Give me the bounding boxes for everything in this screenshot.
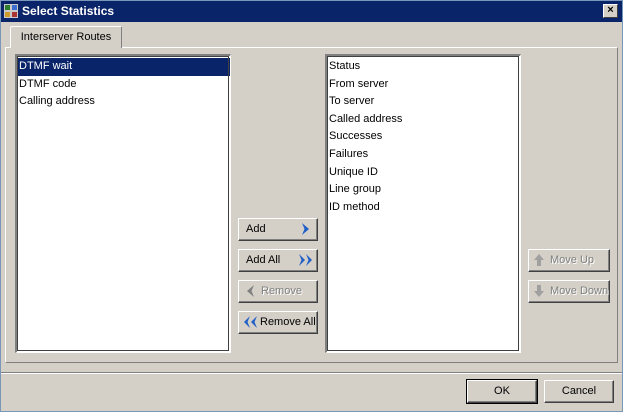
- remove-all-label: Remove All: [260, 316, 316, 328]
- list-item[interactable]: Failures: [327, 146, 520, 164]
- move-up-button[interactable]: Move Up: [528, 249, 610, 272]
- list-item[interactable]: To server: [327, 93, 520, 111]
- close-button[interactable]: ×: [603, 4, 618, 18]
- remove-button[interactable]: Remove: [238, 280, 318, 303]
- list-item[interactable]: DTMF code: [17, 76, 230, 94]
- ok-button[interactable]: OK: [466, 379, 538, 404]
- ok-label: OK: [494, 385, 510, 397]
- list-item[interactable]: Calling address: [17, 93, 230, 111]
- select-statistics-dialog: Select Statistics × Interserver Routes D…: [0, 0, 623, 412]
- list-item[interactable]: From server: [327, 76, 520, 94]
- window-title: Select Statistics: [22, 4, 115, 18]
- add-all-button[interactable]: Add All: [238, 249, 318, 272]
- tab-interserver-routes[interactable]: Interserver Routes: [10, 26, 122, 48]
- chevron-right-icon: [302, 223, 309, 235]
- chevron-left-icon: [247, 285, 254, 297]
- tab-label: Interserver Routes: [20, 31, 112, 43]
- double-chevron-left-icon: [244, 316, 257, 328]
- list-item[interactable]: Called address: [327, 111, 520, 129]
- list-item[interactable]: Line group: [327, 181, 520, 199]
- footer-separator: [1, 372, 622, 374]
- double-chevron-right-icon: [299, 254, 312, 266]
- list-item[interactable]: ID method: [327, 199, 520, 217]
- available-statistics-list[interactable]: DTMF wait DTMF code Calling address: [15, 54, 231, 353]
- add-button[interactable]: Add: [238, 218, 318, 241]
- title-bar[interactable]: Select Statistics ×: [1, 1, 622, 22]
- cancel-label: Cancel: [561, 385, 597, 397]
- close-icon: ×: [607, 4, 614, 16]
- arrow-up-icon: [534, 254, 544, 266]
- arrow-down-icon: [534, 285, 544, 297]
- add-label: Add: [246, 223, 266, 235]
- add-all-label: Add All: [246, 254, 281, 266]
- list-item[interactable]: Status: [327, 58, 520, 76]
- cancel-button[interactable]: Cancel: [544, 380, 614, 403]
- list-item[interactable]: Successes: [327, 128, 520, 146]
- move-down-label: Move Down: [550, 285, 609, 297]
- list-item[interactable]: Unique ID: [327, 164, 520, 182]
- selected-statistics-list[interactable]: Status From server To server Called addr…: [325, 54, 521, 353]
- move-down-button[interactable]: Move Down: [528, 280, 610, 303]
- list-item[interactable]: DTMF wait: [17, 58, 230, 76]
- remove-label: Remove: [261, 285, 302, 297]
- move-up-label: Move Up: [550, 254, 595, 266]
- app-icon: [4, 4, 18, 18]
- remove-all-button[interactable]: Remove All: [238, 311, 318, 334]
